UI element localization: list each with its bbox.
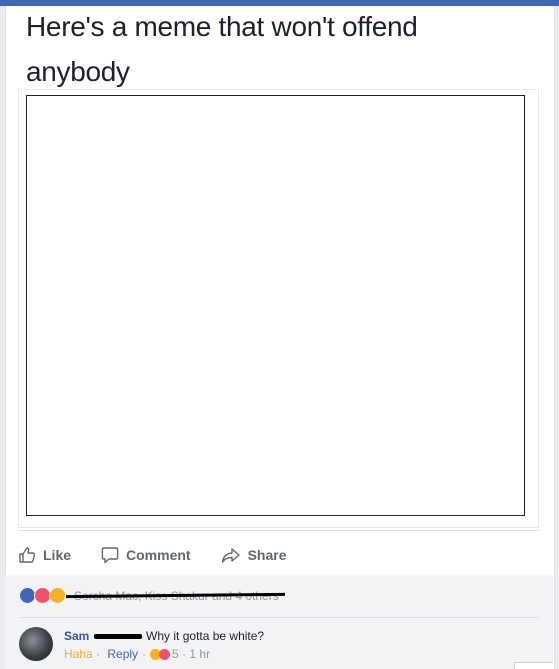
comment-meta: Haha · Reply · 5 · 1 hr — [64, 647, 210, 661]
reactions-summary[interactable]: Sorcha Mac, Kiss Shakur and 4 others — [19, 587, 285, 604]
comment-time[interactable]: 1 hr — [189, 647, 210, 661]
comment-label: Comment — [126, 547, 191, 563]
share-icon — [221, 548, 240, 563]
divider — [18, 530, 540, 531]
haha-reaction-icon — [49, 587, 66, 604]
post-actions: Like Comment Share — [18, 536, 317, 574]
separator: · — [142, 647, 147, 661]
meme-image[interactable] — [26, 95, 525, 516]
share-button[interactable]: Share — [221, 546, 287, 564]
comment-author[interactable]: Sam — [64, 629, 89, 643]
engagement-section: Sorcha Mac, Kiss Shakur and 4 others Sam… — [5, 575, 553, 669]
commenter-avatar[interactable] — [19, 627, 53, 661]
comment-icon — [101, 547, 119, 564]
thumbs-up-icon — [19, 547, 36, 563]
share-label: Share — [247, 547, 287, 563]
separator: · — [92, 647, 104, 661]
comment-button[interactable]: Comment — [101, 546, 191, 564]
like-button[interactable]: Like — [18, 546, 71, 564]
comment-reaction-count: 5 — [172, 647, 179, 661]
angry-reaction-icon — [159, 648, 171, 660]
comment-reactions[interactable] — [150, 648, 171, 660]
divider — [19, 617, 539, 618]
reply-button[interactable]: Reply — [107, 647, 138, 661]
comment-reaction-button[interactable]: Haha — [64, 647, 93, 661]
redaction-bar — [93, 634, 142, 640]
post-text: Here's a meme that won't offend anybody — [26, 11, 418, 87]
reaction-names[interactable]: Sorcha Mac, Kiss Shakur and 4 others — [65, 589, 285, 603]
comment-body: Sam Why it gotta be white? — [64, 629, 264, 643]
like-label: Like — [43, 547, 72, 563]
separator: · — [178, 647, 190, 661]
comment-text: Why it gotta be white? — [146, 629, 265, 643]
comment-item: Sam Why it gotta be white? Haha · Reply … — [19, 627, 539, 667]
comment-input-edge[interactable] — [514, 662, 553, 669]
